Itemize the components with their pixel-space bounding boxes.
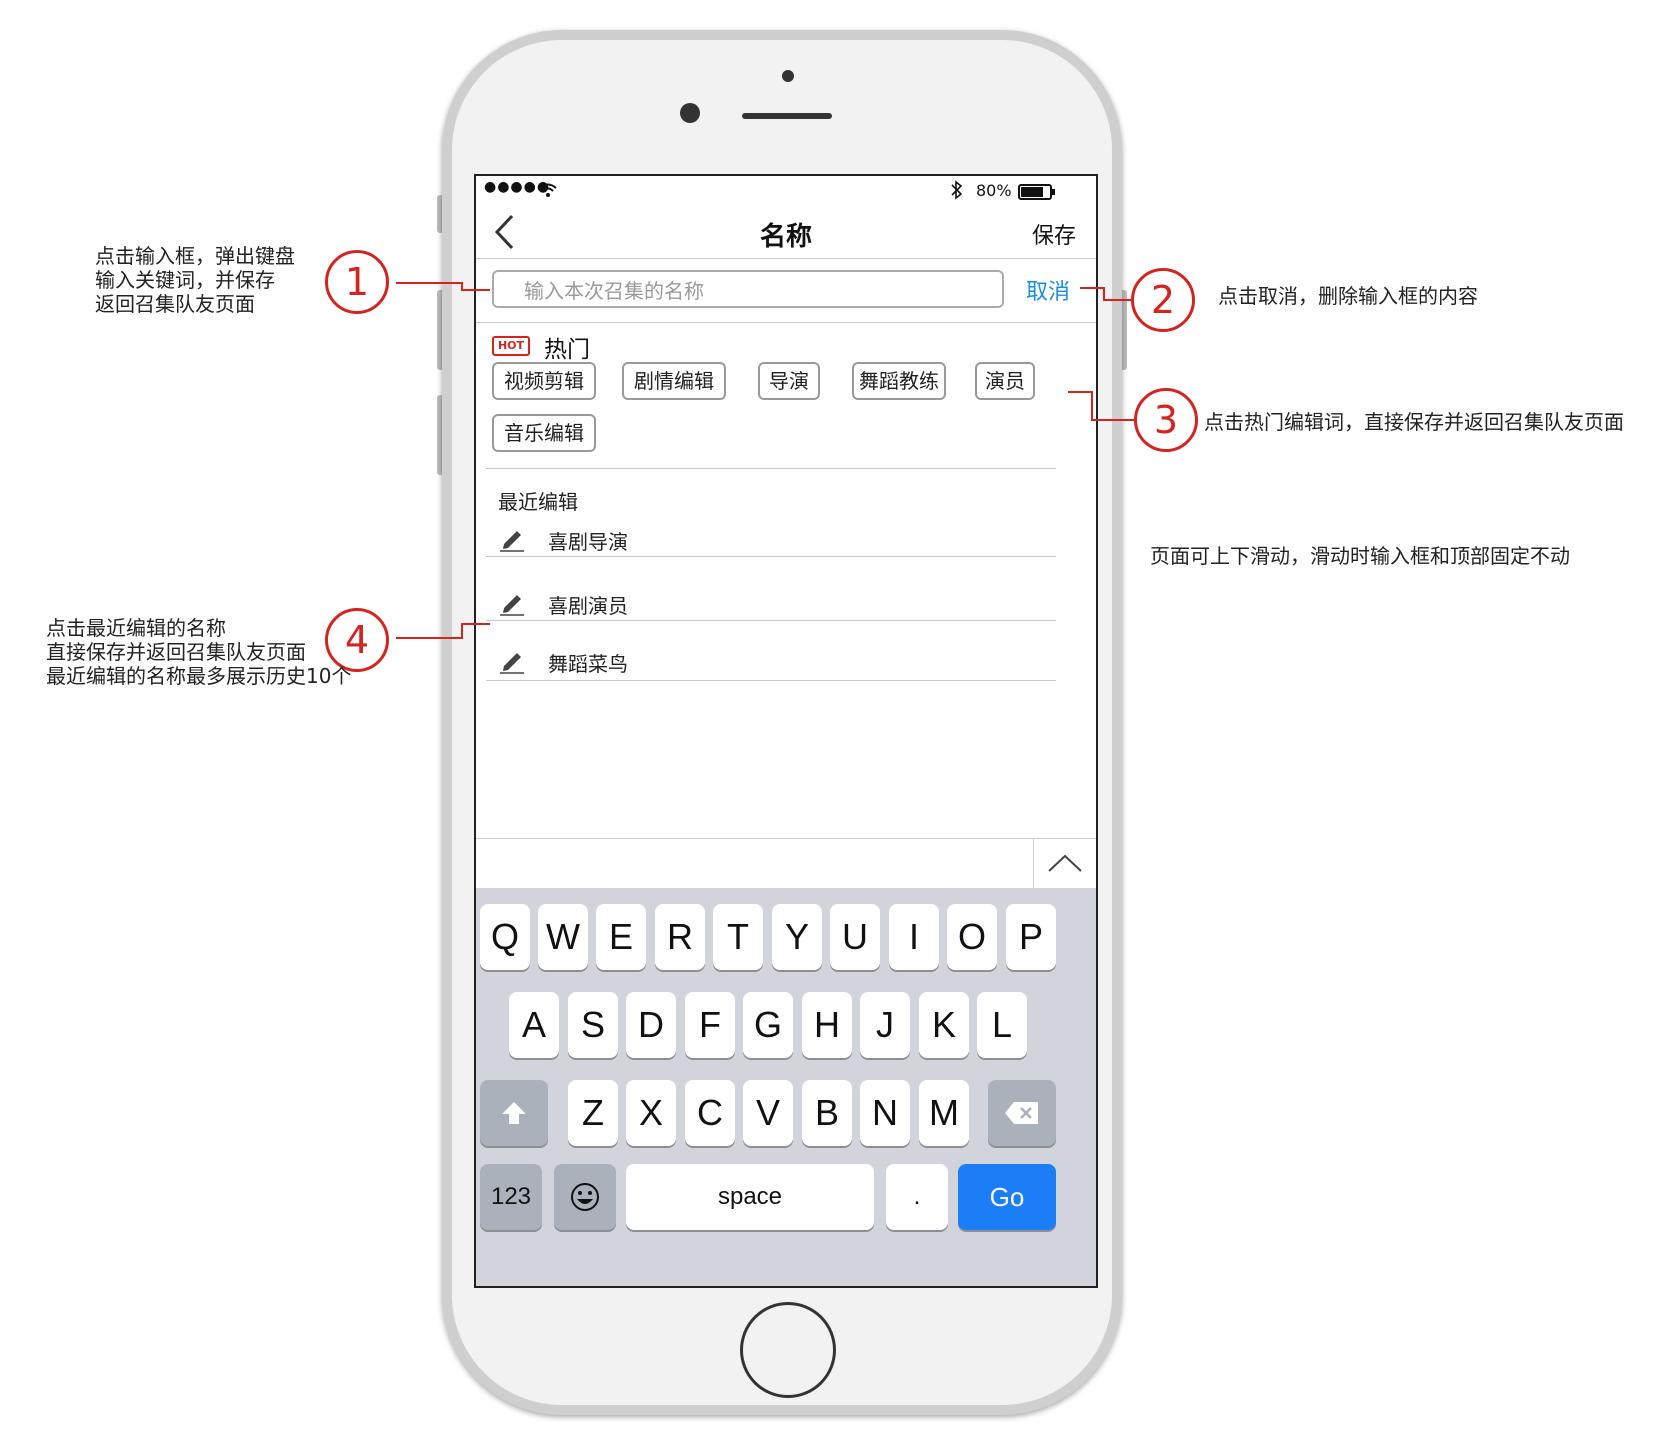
home-button[interactable] <box>740 1302 836 1398</box>
numbers-key[interactable]: 123 <box>480 1164 542 1230</box>
hot-tag[interactable]: 视频剪辑 <box>492 362 596 400</box>
hot-tag[interactable]: 导演 <box>758 362 820 400</box>
key-z[interactable]: Z <box>568 1080 618 1146</box>
key-k[interactable]: K <box>919 992 969 1058</box>
chevron-up-icon <box>1048 854 1082 872</box>
search-row: 取消 <box>476 258 1096 323</box>
space-key[interactable]: space <box>626 1164 874 1230</box>
list-divider <box>486 556 1056 557</box>
emoji-key[interactable] <box>554 1164 616 1230</box>
pencil-icon <box>500 595 524 616</box>
keyboard: Q W E R T Y U I O P A S D F G H J K L Z … <box>476 888 1096 1286</box>
hot-tag[interactable]: 舞蹈教练 <box>852 362 946 400</box>
recent-section-title: 最近编辑 <box>498 490 578 514</box>
key-x[interactable]: X <box>626 1080 676 1146</box>
shift-arrow-icon <box>502 1102 526 1124</box>
hot-tag[interactable]: 演员 <box>975 362 1035 400</box>
key-a[interactable]: A <box>509 992 559 1058</box>
page-title: 名称 <box>759 222 812 252</box>
hot-tag[interactable]: 剧情编辑 <box>622 362 726 400</box>
recent-item[interactable]: 舞蹈菜鸟 <box>486 640 1056 680</box>
annotation-1-line: 输入关键词，并保存 <box>95 268 275 292</box>
key-j[interactable]: J <box>860 992 910 1058</box>
scroll-note: 页面可上下滑动，滑动时输入框和顶部固定不动 <box>1150 544 1570 568</box>
delete-key[interactable] <box>988 1080 1056 1146</box>
hot-section-title: 热门 <box>544 337 590 363</box>
key-c[interactable]: C <box>685 1080 735 1146</box>
key-e[interactable]: E <box>596 904 646 970</box>
hot-tag[interactable]: 音乐编辑 <box>492 414 596 452</box>
status-bar: ●●●●● 80% <box>476 176 1096 206</box>
annotation-4-line: 最近编辑的名称最多展示历史10个 <box>46 664 352 688</box>
emoji-icon <box>571 1183 599 1211</box>
pencil-icon <box>500 531 524 552</box>
battery-percent: 80% <box>976 181 1012 200</box>
hot-badge: HOT <box>492 336 530 356</box>
key-y[interactable]: Y <box>772 904 822 970</box>
key-m[interactable]: M <box>919 1080 969 1146</box>
key-u[interactable]: U <box>830 904 880 970</box>
recent-item[interactable]: 喜剧导演 <box>486 518 1056 558</box>
recent-item-label: 喜剧演员 <box>548 594 628 618</box>
annotation-4-line: 点击最近编辑的名称 <box>46 616 226 640</box>
bluetooth-icon <box>951 180 963 200</box>
recent-item[interactable]: 喜剧演员 <box>486 582 1056 622</box>
shift-key[interactable] <box>480 1080 548 1146</box>
key-t[interactable]: T <box>713 904 763 970</box>
annotation-3-text: 点击热门编辑词，直接保存并返回召集队友页面 <box>1204 410 1624 434</box>
key-q[interactable]: Q <box>480 904 530 970</box>
go-key[interactable]: Go <box>958 1164 1056 1230</box>
key-g[interactable]: G <box>743 992 793 1058</box>
keyboard-accessory-bar <box>476 838 1096 889</box>
section-divider <box>486 468 1056 469</box>
key-n[interactable]: N <box>860 1080 910 1146</box>
cancel-button[interactable]: 取消 <box>1026 274 1070 306</box>
earpiece-speaker <box>742 113 832 119</box>
pencil-icon <box>500 653 524 674</box>
key-d[interactable]: D <box>626 992 676 1058</box>
key-r[interactable]: R <box>655 904 705 970</box>
save-button[interactable]: 保存 <box>1032 218 1076 250</box>
annotation-marker-1: 1 <box>325 250 389 314</box>
key-s[interactable]: S <box>568 992 618 1058</box>
key-i[interactable]: I <box>889 904 939 970</box>
keyboard-collapse-button[interactable] <box>1033 839 1096 889</box>
key-f[interactable]: F <box>685 992 735 1058</box>
period-key[interactable]: . <box>886 1164 948 1230</box>
phone-screen: ●●●●● 80% 名称 保存 取消 HOT 热门 视频剪辑 剧情编辑 导演 舞… <box>474 174 1098 1288</box>
recent-item-label: 喜剧导演 <box>548 530 628 554</box>
search-field[interactable] <box>492 270 1004 308</box>
annotation-marker-2: 2 <box>1131 268 1195 332</box>
wifi-icon <box>539 183 557 197</box>
annotation-1-text: 点击输入框，弹出键盘 输入关键词，并保存 返回召集队友页面 <box>95 244 295 316</box>
key-o[interactable]: O <box>947 904 997 970</box>
list-divider <box>486 620 1056 621</box>
key-w[interactable]: W <box>538 904 588 970</box>
annotation-marker-3: 3 <box>1134 388 1198 452</box>
front-sensor <box>782 70 794 82</box>
list-divider <box>486 680 1056 681</box>
key-h[interactable]: H <box>802 992 852 1058</box>
search-input[interactable] <box>522 278 986 304</box>
key-l[interactable]: L <box>977 992 1027 1058</box>
annotation-2-text: 点击取消，删除输入框的内容 <box>1218 284 1478 308</box>
key-p[interactable]: P <box>1006 904 1056 970</box>
navigation-bar: 名称 保存 <box>476 206 1096 259</box>
front-camera <box>680 103 700 123</box>
key-v[interactable]: V <box>743 1080 793 1146</box>
key-b[interactable]: B <box>802 1080 852 1146</box>
annotation-1-line: 点击输入框，弹出键盘 <box>95 244 295 268</box>
annotation-1-line: 返回召集队友页面 <box>95 292 255 316</box>
annotation-4-line: 直接保存并返回召集队友页面 <box>46 640 306 664</box>
recent-item-label: 舞蹈菜鸟 <box>548 652 628 676</box>
backspace-icon <box>1005 1102 1038 1124</box>
annotation-4-text: 点击最近编辑的名称 直接保存并返回召集队友页面 最近编辑的名称最多展示历史10个 <box>46 616 351 688</box>
battery-icon <box>1018 184 1055 200</box>
